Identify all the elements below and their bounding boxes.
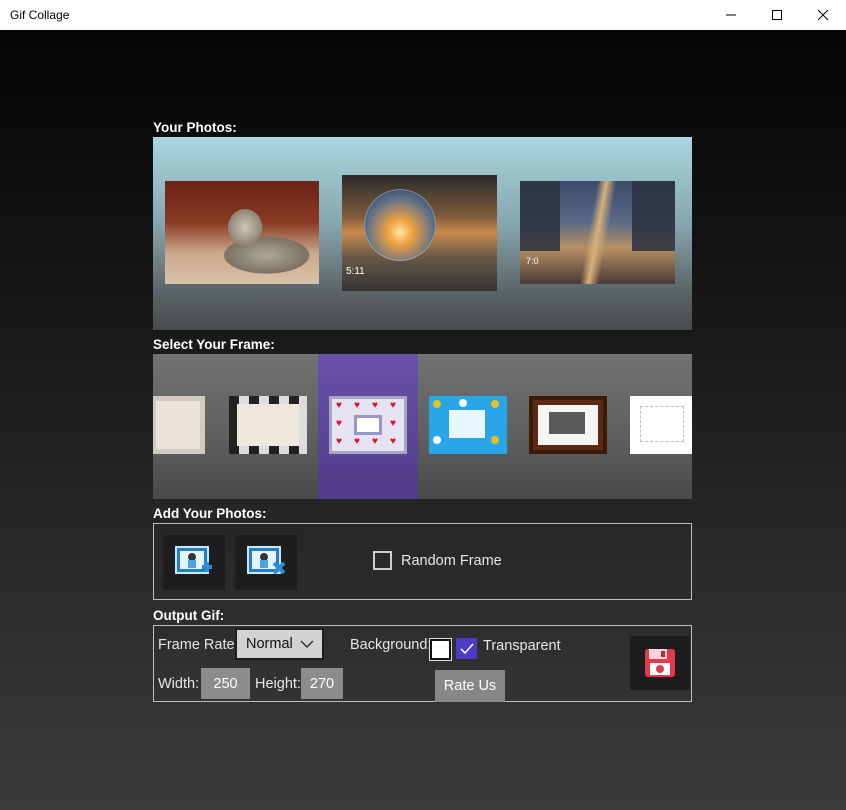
wooden-frame[interactable] <box>529 396 607 454</box>
lockscreen-time: 5:11 <box>346 266 365 277</box>
city-street-photo[interactable]: 7:0 <box>520 181 675 284</box>
output-panel: Frame Rate: Normal Background: Transpare… <box>153 625 692 702</box>
random-frame-checkbox[interactable] <box>373 551 392 570</box>
checker-frame[interactable] <box>229 396 307 454</box>
lockscreen-time: 7:0 <box>526 256 539 266</box>
maximize-icon <box>772 10 782 20</box>
height-label: Height: <box>255 676 301 692</box>
your-photos-label: Your Photos: <box>153 120 237 135</box>
background-label: Background: <box>350 637 432 653</box>
beige-stone-frame[interactable] <box>153 396 205 454</box>
frames-strip[interactable]: ♥ ♥ ♥ ♥ ♥ ♥ ♥ ♥ ♥ ♥ <box>153 354 692 499</box>
random-frame-option[interactable]: Random Frame <box>373 551 502 570</box>
add-photos-panel: Random Frame <box>153 523 692 600</box>
width-input[interactable]: 250 <box>201 668 250 699</box>
frame-rate-value: Normal <box>246 636 293 652</box>
blue-flower-frame[interactable] <box>429 396 507 454</box>
building-left <box>520 181 560 251</box>
close-button[interactable] <box>800 0 846 30</box>
app-canvas: Your Photos: 5:11 7:0 Select Your Frame:… <box>0 30 846 810</box>
chevron-down-icon <box>300 640 314 649</box>
output-gif-label: Output Gif: <box>153 608 225 623</box>
minimize-icon <box>726 14 736 16</box>
random-frame-label: Random Frame <box>401 552 502 569</box>
hearts-frame[interactable]: ♥ ♥ ♥ ♥ ♥ ♥ ♥ ♥ ♥ ♥ <box>329 396 407 454</box>
window-controls <box>708 0 846 30</box>
title-bar: Gif Collage <box>0 0 846 30</box>
frame-rate-dropdown[interactable]: Normal <box>235 628 324 660</box>
add-photo-button[interactable] <box>163 535 225 590</box>
window-title: Gif Collage <box>10 8 70 22</box>
crystal-ball <box>364 189 436 261</box>
cat-photo[interactable] <box>165 181 319 284</box>
add-photos-label: Add Your Photos: <box>153 506 267 521</box>
add-photo-icon <box>175 545 212 574</box>
save-gif-button[interactable] <box>630 636 690 690</box>
rate-us-button[interactable]: Rate Us <box>435 670 505 702</box>
frame-rate-label: Frame Rate: <box>158 637 239 653</box>
minimize-button[interactable] <box>708 0 754 30</box>
photos-strip[interactable]: 5:11 7:0 <box>153 137 692 330</box>
white-puzzle-frame[interactable] <box>630 396 692 454</box>
remove-photo-icon <box>247 545 286 574</box>
width-label: Width: <box>158 676 200 692</box>
transparent-checkbox[interactable] <box>456 638 477 659</box>
select-frame-label: Select Your Frame: <box>153 337 275 352</box>
background-color-swatch[interactable] <box>429 638 452 661</box>
height-input[interactable]: 270 <box>301 668 343 699</box>
save-disk-icon <box>645 649 675 677</box>
maximize-button[interactable] <box>754 0 800 30</box>
remove-photo-button[interactable] <box>235 535 297 590</box>
building-right <box>632 181 675 251</box>
crystal-ball-photo[interactable]: 5:11 <box>342 175 497 291</box>
checkmark-icon <box>459 642 474 654</box>
close-icon <box>817 9 829 21</box>
transparent-label: Transparent <box>483 638 561 654</box>
